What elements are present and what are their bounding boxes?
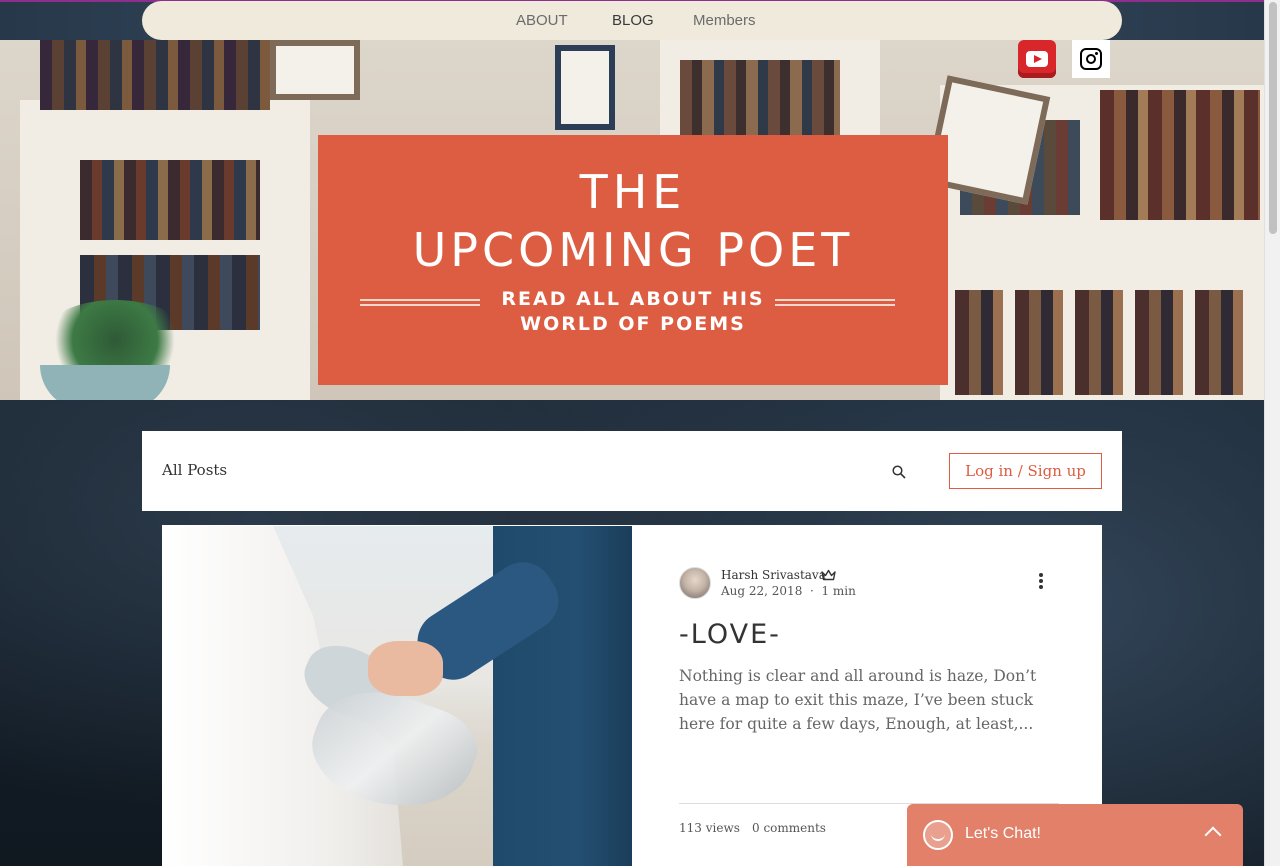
smiley-icon bbox=[923, 820, 953, 850]
site-title-line2: UPCOMING POET bbox=[412, 223, 854, 277]
post-read-time: 1 min bbox=[821, 584, 856, 598]
books bbox=[1100, 90, 1260, 220]
site-subtitle: READ ALL ABOUT HIS WORLD OF POEMS bbox=[468, 287, 798, 337]
post-date: Aug 22, 2018 bbox=[721, 584, 803, 598]
chat-label: Let's Chat! bbox=[965, 825, 1041, 842]
chat-widget[interactable]: Let's Chat! bbox=[907, 804, 1243, 866]
site-title-box: THE UPCOMING POET READ ALL ABOUT HIS WOR… bbox=[318, 135, 948, 385]
nav-item-about[interactable]: ABOUT bbox=[516, 12, 568, 29]
scrollbar[interactable] bbox=[1264, 0, 1280, 866]
books bbox=[955, 290, 1255, 395]
login-signup-button[interactable]: Log in / Sign up bbox=[949, 453, 1102, 489]
instagram-icon[interactable] bbox=[1072, 40, 1110, 78]
post-title[interactable]: -LOVE- bbox=[679, 619, 781, 650]
post-comments[interactable]: 0 comments bbox=[752, 821, 826, 835]
post-meta: Aug 22, 2018 · 1 min bbox=[721, 584, 856, 598]
site-title-line1: THE bbox=[579, 165, 687, 219]
picture-frame bbox=[270, 40, 360, 100]
site-subtitle-line2: WORLD OF POEMS bbox=[520, 313, 746, 335]
top-navigation: ABOUT BLOG Members bbox=[142, 1, 1122, 40]
youtube-icon[interactable] bbox=[1018, 40, 1056, 78]
books bbox=[40, 40, 270, 110]
camera-icon bbox=[1080, 48, 1102, 70]
blog-menu-bar: All Posts Log in / Sign up bbox=[142, 431, 1122, 511]
all-posts-link[interactable]: All Posts bbox=[162, 461, 227, 479]
play-icon bbox=[1026, 51, 1048, 67]
post-excerpt[interactable]: Nothing is clear and all around is haze,… bbox=[679, 664, 1039, 736]
picture-frame bbox=[555, 45, 615, 130]
chevron-up-icon[interactable] bbox=[1204, 826, 1222, 844]
post-cover-image[interactable] bbox=[163, 526, 632, 866]
post-views: 113 views bbox=[679, 821, 740, 835]
meta-separator: · bbox=[809, 584, 814, 598]
site-subtitle-line1: READ ALL ABOUT HIS bbox=[501, 288, 765, 310]
search-icon[interactable] bbox=[892, 465, 906, 479]
nav-item-blog[interactable]: BLOG bbox=[612, 12, 654, 29]
admin-crown-icon bbox=[821, 569, 836, 581]
books bbox=[680, 60, 840, 135]
nav-item-members[interactable]: Members bbox=[693, 12, 756, 29]
more-actions-icon[interactable] bbox=[1038, 573, 1044, 591]
plant-pot bbox=[40, 365, 170, 400]
scrollbar-thumb[interactable] bbox=[1269, 2, 1277, 234]
books bbox=[80, 160, 260, 240]
image-figure bbox=[368, 641, 443, 696]
decorative-rule-left bbox=[360, 299, 480, 306]
author-name[interactable]: Harsh Srivastava bbox=[721, 568, 826, 582]
author-avatar[interactable] bbox=[679, 567, 711, 599]
